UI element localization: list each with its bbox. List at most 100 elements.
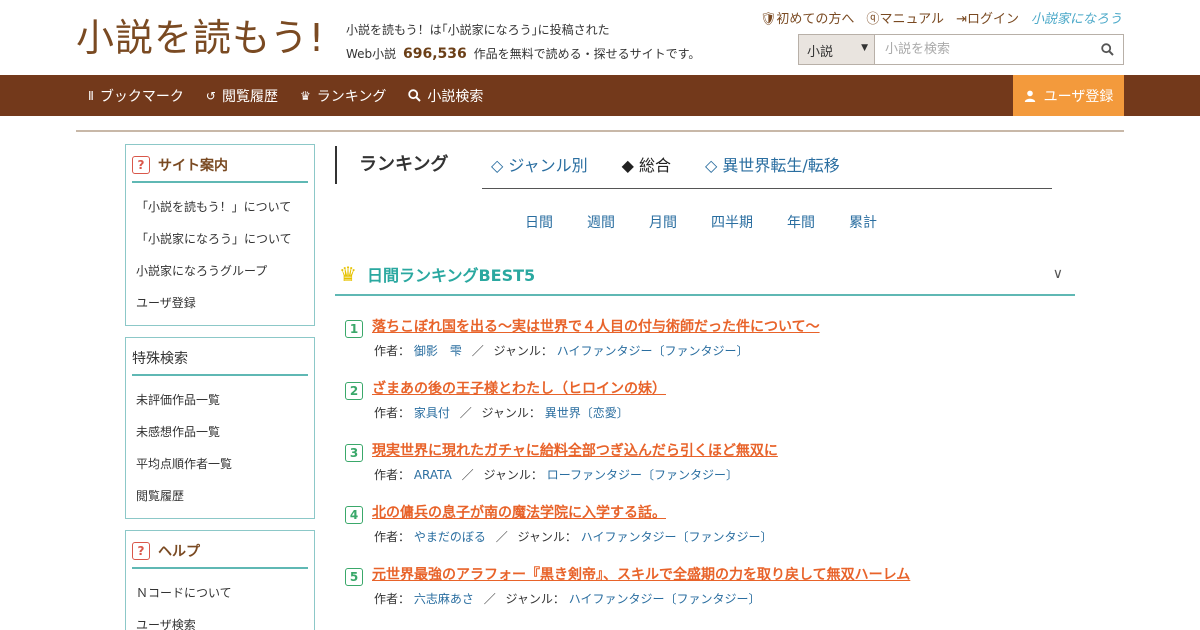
rank-number-badge: 1 [345, 320, 363, 338]
sidebar-link[interactable]: 平均点順作者一覧 [136, 448, 304, 480]
period-weekly[interactable]: 週間 [587, 212, 615, 232]
crown-icon: ♛ [339, 262, 357, 286]
ranking-content: ランキング ◇ ジャンル別 ◆ 総合 ◇ 異世界転生/転移 日間 週間 月間 四… [335, 142, 1075, 606]
tab-isekai[interactable]: ◇ 異世界転生/転移 [705, 152, 840, 176]
novel-meta: 作者： 六志麻あさ ／ ジャンル： ハイファンタジー〔ファンタジー〕 [374, 590, 761, 607]
toplink-manual[interactable]: ⓠマニュアル [866, 8, 944, 27]
bookmark-icon: Ⅱ [88, 88, 94, 103]
chevron-down-icon[interactable]: ∨ [1053, 266, 1063, 282]
genre-link[interactable]: 異世界〔恋愛〕 [545, 406, 629, 420]
ranking-item: 2 ざまあの後の王子様とわたし（ヒロインの妹） 作者： 家具付 ／ ジャンル： … [343, 378, 1073, 440]
author-link[interactable]: 御影 雫 [414, 344, 462, 358]
tagline-prefix: Web小説 [346, 47, 397, 61]
question-icon: ⓠ [866, 12, 880, 27]
tab-overall[interactable]: ◆ 総合 [622, 152, 671, 176]
nav-label: 閲覧履歴 [221, 88, 278, 105]
ranking-item: 3 現実世界に現れたガチャに給料全部つぎ込んだら引くほど無双に 作者： ARAT… [343, 440, 1073, 502]
genre-link[interactable]: ハイファンタジー〔ファンタジー〕 [581, 530, 773, 544]
work-count: 696,536 [403, 46, 467, 62]
sidebox-title: 特殊検索 [132, 348, 308, 376]
nav-bookmark[interactable]: Ⅱ ブックマーク [88, 86, 184, 106]
toplink-label: 初めての方へ [776, 12, 855, 27]
novel-title-link[interactable]: ざまあの後の王子様とわたし（ヒロインの妹） [372, 378, 666, 398]
sidebox-title-text: サイト案内 [158, 158, 228, 174]
period-monthly[interactable]: 月間 [649, 212, 677, 232]
search-category-value: 小説 [807, 45, 834, 60]
meta-separator: ／ [495, 530, 508, 544]
genre-link[interactable]: ハイファンタジー〔ファンタジー〕 [569, 592, 761, 606]
nav-label: ブックマーク [99, 88, 184, 105]
rank-number-badge: 2 [345, 382, 363, 400]
period-daily[interactable]: 日間 [525, 212, 553, 232]
novel-title-link[interactable]: 落ちこぼれ国を出る〜実は世界で４人目の付与術師だった件について〜 [372, 316, 820, 336]
sidebar-link[interactable]: 「小説を読もう！」について [136, 191, 304, 223]
author-label: 作者： [374, 468, 411, 482]
author-label: 作者： [374, 530, 411, 544]
sidebar-link[interactable]: ユーザ登録 [136, 287, 304, 319]
ranking-item: 4 北の傭兵の息子が南の魔法学院に入学する話。 作者： やまだのぼる ／ ジャン… [343, 502, 1073, 564]
user-icon [1024, 90, 1035, 102]
sidebox-special-search: 特殊検索 未評価作品一覧 未感想作品一覧 平均点順作者一覧 閲覧履歴 [125, 337, 315, 519]
period-total[interactable]: 累計 [849, 212, 877, 232]
crown-icon: ♛ [299, 88, 311, 103]
rank-number-badge: 4 [345, 506, 363, 524]
novel-title-link[interactable]: 元世界最強のアラフォー『黒き剣帝』、スキルで全盛期の力を取り戻して無双ハーレム [372, 564, 910, 584]
sidebox-list: Ｎコードについて ユーザ検索 [126, 569, 314, 630]
sidebar-link[interactable]: Ｎコードについて [136, 577, 304, 609]
author-link[interactable]: ARATA [414, 468, 452, 482]
history-icon: ↺ [205, 88, 216, 103]
sidebar: ? サイト案内 「小説を読もう！」について 「小説家になろう」について 小説家に… [125, 144, 315, 630]
nav-label: 小説検索 [427, 88, 484, 105]
sidebar-link[interactable]: 閲覧履歴 [136, 480, 304, 512]
search-category-select[interactable]: 小説 ▼ [799, 35, 875, 64]
genre-label: ジャンル： [483, 468, 543, 482]
sidebar-link[interactable]: 未感想作品一覧 [136, 416, 304, 448]
sidebar-link[interactable]: 小説家になろうグループ [136, 255, 304, 287]
period-quarterly[interactable]: 四半期 [711, 212, 753, 232]
nav-search[interactable]: 小説検索 [408, 86, 483, 106]
tab-divider [482, 188, 1052, 189]
search-input[interactable] [875, 35, 1091, 64]
nav-ranking[interactable]: ♛ ランキング [300, 86, 386, 106]
site-header: 小説を読もう! 小説を読もう！は｢小説家になろう｣に投稿された Web小説 69… [0, 0, 1200, 75]
author-link[interactable]: やまだのぼる [414, 530, 486, 544]
register-button[interactable]: ユーザ登録 [1013, 75, 1124, 116]
sidebox-title-text: ヘルプ [158, 544, 200, 560]
toplink-login[interactable]: ⇥ログイン [956, 8, 1019, 27]
sidebar-link[interactable]: 「小説家になろう」について [136, 223, 304, 255]
sidebar-link[interactable]: 未評価作品一覧 [136, 384, 304, 416]
tab-genre[interactable]: ◇ ジャンル別 [491, 152, 588, 176]
period-yearly[interactable]: 年間 [787, 212, 815, 232]
novel-meta: 作者： 御影 雫 ／ ジャンル： ハイファンタジー〔ファンタジー〕 [374, 342, 749, 359]
sidebox-list: 未評価作品一覧 未感想作品一覧 平均点順作者一覧 閲覧履歴 [126, 376, 314, 518]
genre-link[interactable]: ハイファンタジー〔ファンタジー〕 [557, 344, 749, 358]
author-link[interactable]: 家具付 [414, 406, 450, 420]
author-label: 作者： [374, 344, 411, 358]
help-icon: ? [132, 542, 150, 560]
sidebar-link[interactable]: ユーザ検索 [136, 609, 304, 630]
ranking-item: 1 落ちこぼれ国を出る〜実は世界で４人目の付与術師だった件について〜 作者： 御… [343, 316, 1073, 378]
search-box: 小説 ▼ [798, 34, 1124, 65]
novel-title-link[interactable]: 現実世界に現れたガチャに給料全部つぎ込んだら引くほど無双に [372, 440, 778, 460]
novel-meta: 作者： 家具付 ／ ジャンル： 異世界〔恋愛〕 [374, 404, 629, 421]
search-button[interactable] [1091, 35, 1123, 64]
rank-number-badge: 3 [345, 444, 363, 462]
partner-site-logo[interactable]: 小説家になろう [1031, 8, 1122, 27]
genre-label: ジャンル： [481, 406, 541, 420]
novel-meta: 作者： やまだのぼる ／ ジャンル： ハイファンタジー〔ファンタジー〕 [374, 528, 773, 545]
novel-title-link[interactable]: 北の傭兵の息子が南の魔法学院に入学する話。 [372, 502, 666, 522]
sidebox-title: ? サイト案内 [132, 155, 308, 183]
sidebox-title-text: 特殊検索 [132, 351, 188, 367]
genre-link[interactable]: ローファンタジー〔ファンタジー〕 [547, 468, 738, 482]
author-link[interactable]: 六志麻あさ [414, 592, 474, 606]
ranking-item: 5 元世界最強のアラフォー『黒き剣帝』、スキルで全盛期の力を取り戻して無双ハーレ… [343, 564, 1073, 626]
author-label: 作者： [374, 406, 411, 420]
shield-icon: 🛡︎ [759, 12, 777, 27]
nav-items: Ⅱ ブックマーク ↺ 閲覧履歴 ♛ ランキング 小説検索 [88, 75, 483, 116]
site-logo[interactable]: 小説を読もう! [76, 14, 325, 62]
nav-history[interactable]: ↺ 閲覧履歴 [206, 86, 278, 106]
chevron-down-icon: ▼ [861, 43, 868, 53]
best5-header[interactable]: ♛ 日間ランキングBEST5 ∨ [335, 254, 1075, 296]
tagline-line1: 小説を読もう！は｢小説家になろう｣に投稿された [346, 23, 610, 37]
toplink-beginners[interactable]: 🛡︎初めての方へ [760, 8, 855, 27]
